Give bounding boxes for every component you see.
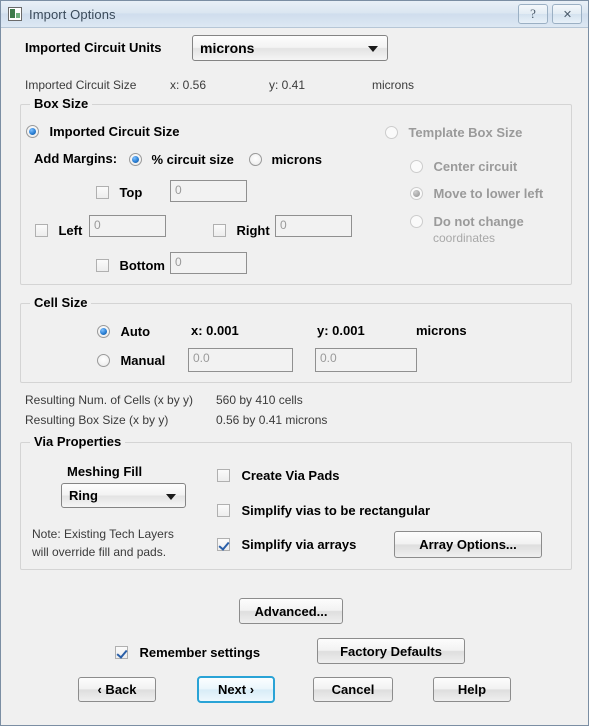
move-to-lower-left-radio-row[interactable]: Move to lower left (410, 185, 543, 203)
meshing-fill-label: Meshing Fill (67, 464, 143, 479)
imported-circuit-units-combo[interactable]: microns (192, 35, 388, 61)
template-box-size-radio[interactable] (385, 126, 398, 139)
margin-left-check-row[interactable]: Left (35, 222, 82, 240)
imported-circuit-size-radio-row[interactable]: Imported Circuit Size (26, 123, 179, 141)
margin-mode-percent-label: % circuit size (151, 152, 234, 167)
margin-bottom-input[interactable]: 0 (170, 252, 247, 274)
simplify-vias-rectangular-row[interactable]: Simplify vias to be rectangular (217, 502, 430, 520)
close-icon: ✕ (562, 8, 572, 21)
margin-bottom-label: Bottom (119, 258, 165, 273)
cell-size-auto-x: x: 0.001 (191, 323, 239, 338)
imported-circuit-size-radio-label: Imported Circuit Size (49, 124, 180, 139)
cell-size-manual-radio[interactable] (97, 354, 110, 367)
margin-right-checkbox[interactable] (213, 224, 226, 237)
via-note-line1: Note: Existing Tech Layers (32, 527, 174, 541)
simplify-via-arrays-row[interactable]: Simplify via arrays (217, 536, 356, 554)
help-button[interactable]: Help (433, 677, 511, 702)
margin-top-label: Top (119, 185, 143, 200)
margin-right-label: Right (236, 223, 270, 238)
margin-mode-percent-row[interactable]: % circuit size (129, 151, 234, 169)
margin-mode-microns-radio[interactable] (249, 153, 262, 166)
center-circuit-radio[interactable] (410, 160, 423, 173)
imported-circuit-size-units: microns (372, 78, 415, 92)
cell-size-manual-label: Manual (120, 353, 166, 368)
template-box-size-label: Template Box Size (408, 125, 523, 140)
margin-mode-microns-row[interactable]: microns (249, 151, 322, 169)
window-title: Import Options (29, 6, 116, 22)
cell-size-manual-x-input[interactable]: 0.0 (188, 348, 293, 372)
question-mark-icon: ? (530, 6, 536, 21)
via-note-line2: will override fill and pads. (32, 545, 167, 559)
simplify-via-arrays-checkbox[interactable] (217, 538, 230, 551)
simplify-vias-rectangular-label: Simplify vias to be rectangular (241, 503, 431, 518)
array-options-button[interactable]: Array Options... (394, 531, 542, 558)
next-button[interactable]: Next › (197, 676, 275, 703)
create-via-pads-label: Create Via Pads (241, 468, 340, 483)
simplify-via-arrays-label: Simplify via arrays (241, 537, 357, 552)
meshing-fill-combo[interactable]: Ring (61, 483, 186, 508)
cell-size-group: Cell Size (20, 295, 572, 383)
imported-circuit-size-x: x: 0.56 (170, 78, 207, 92)
center-circuit-radio-row[interactable]: Center circuit (410, 158, 517, 176)
create-via-pads-checkbox[interactable] (217, 469, 230, 482)
imported-circuit-units-value: microns (200, 40, 255, 56)
titlebar-help-button[interactable]: ? (518, 4, 548, 24)
do-not-change-coordinates-radio[interactable] (410, 215, 423, 228)
box-size-group-title: Box Size (30, 96, 93, 111)
add-margins-label: Add Margins: (34, 151, 118, 166)
imported-circuit-size-radio[interactable] (26, 125, 39, 138)
imported-circuit-size-y: y: 0.41 (269, 78, 306, 92)
resulting-box-size-label: Resulting Box Size (x by y) (25, 413, 169, 427)
margin-top-input[interactable]: 0 (170, 180, 247, 202)
imported-circuit-size-label: Imported Circuit Size (25, 78, 137, 92)
resulting-num-cells-value: 560 by 410 cells (216, 393, 303, 407)
margin-top-check-row[interactable]: Top (96, 184, 142, 202)
cancel-button[interactable]: Cancel (313, 677, 393, 702)
cell-size-auto-radio[interactable] (97, 325, 110, 338)
move-to-lower-left-label: Move to lower left (433, 186, 544, 201)
do-not-change-coordinates-label: Do not change (433, 214, 524, 229)
margin-right-input[interactable]: 0 (275, 215, 352, 237)
cell-size-manual-y-input[interactable]: 0.0 (315, 348, 417, 372)
cell-size-group-title: Cell Size (30, 295, 92, 310)
meshing-fill-value: Ring (69, 488, 98, 503)
margin-left-input[interactable]: 0 (89, 215, 166, 237)
simplify-vias-rectangular-checkbox[interactable] (217, 504, 230, 517)
titlebar-close-button[interactable]: ✕ (552, 4, 582, 24)
import-options-dialog: Import Options ? ✕ Imported Circuit Unit… (0, 0, 589, 726)
cell-size-auto-y: y: 0.001 (317, 323, 365, 338)
app-icon (8, 7, 22, 21)
factory-defaults-button[interactable]: Factory Defaults (317, 638, 465, 664)
do-not-change-coordinates-label2: coordinates (433, 231, 496, 245)
center-circuit-label: Center circuit (433, 159, 518, 174)
resulting-box-size-value: 0.56 by 0.41 microns (216, 413, 328, 427)
chevron-down-icon (368, 46, 378, 52)
create-via-pads-row[interactable]: Create Via Pads (217, 467, 340, 485)
margin-left-checkbox[interactable] (35, 224, 48, 237)
title-bar: Import Options ? ✕ (1, 1, 588, 28)
remember-settings-row[interactable]: Remember settings (115, 644, 260, 662)
margin-top-checkbox[interactable] (96, 186, 109, 199)
template-box-size-radio-row[interactable]: Template Box Size (385, 124, 522, 142)
via-properties-group-title: Via Properties (30, 434, 126, 449)
cell-size-units: microns (416, 323, 467, 338)
margin-right-check-row[interactable]: Right (213, 222, 270, 240)
margin-bottom-check-row[interactable]: Bottom (96, 257, 165, 275)
cell-size-auto-radio-row[interactable]: Auto (97, 323, 150, 341)
cell-size-manual-radio-row[interactable]: Manual (97, 352, 165, 370)
margin-bottom-checkbox[interactable] (96, 259, 109, 272)
advanced-button[interactable]: Advanced... (239, 598, 343, 624)
imported-circuit-units-label: Imported Circuit Units (25, 40, 162, 55)
remember-settings-checkbox[interactable] (115, 646, 128, 659)
margin-mode-microns-label: microns (271, 152, 323, 167)
move-to-lower-left-radio[interactable] (410, 187, 423, 200)
resulting-num-cells-label: Resulting Num. of Cells (x by y) (25, 393, 194, 407)
back-button[interactable]: ‹ Back (78, 677, 156, 702)
cell-size-auto-label: Auto (120, 324, 151, 339)
margin-mode-percent-radio[interactable] (129, 153, 142, 166)
do-not-change-coordinates-radio-row[interactable]: Do not change (410, 213, 524, 231)
margin-left-label: Left (58, 223, 83, 238)
remember-settings-label: Remember settings (139, 645, 261, 660)
chevron-down-icon (166, 493, 176, 500)
